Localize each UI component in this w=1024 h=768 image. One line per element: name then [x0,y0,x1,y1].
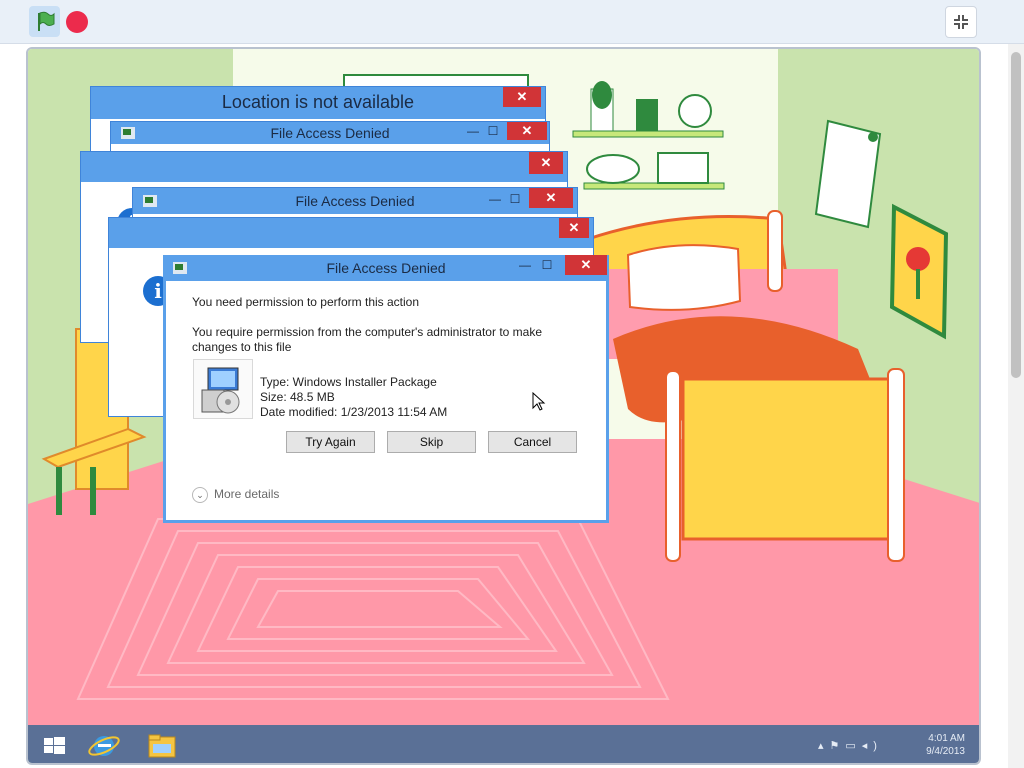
skip-button[interactable]: Skip [387,431,476,453]
dialog-1-close-button[interactable]: ✕ [507,122,547,140]
main-dialog-maximize-button[interactable]: ☐ [539,258,555,272]
toolbar [0,0,1024,44]
stop-icon [66,11,88,33]
dialog-1-minimize-button[interactable]: — [465,124,481,138]
blank-dialog-4-titlebar: ✕ [109,218,593,248]
windows-installer-icon [193,359,253,419]
dialog-1-maximize-button[interactable]: ☐ [485,124,501,138]
dialog-1-titlebar: File Access Denied — ☐ ✕ [111,122,549,144]
main-dialog-close-button[interactable]: ✕ [565,255,607,275]
fullscreen-exit-icon [954,15,968,29]
mouse-cursor-icon [532,392,546,411]
more-details-toggle[interactable]: ⌄ More details [192,487,279,503]
dialog-3-close-button[interactable]: ✕ [529,188,573,208]
taskbar: ▴⚑▭◂) 4:01 AM 9/4/2013 [28,725,979,763]
file-explorer-icon [148,734,176,758]
windows-start-icon [44,737,65,754]
green-flag-button[interactable] [29,6,60,37]
permission-heading: You need permission to perform this acti… [192,295,420,309]
wall-calendar [814,119,882,229]
chevron-down-icon: ⌄ [192,487,208,503]
clock-date: 9/4/2013 [926,746,965,757]
file-size: Size: 48.5 MB [260,390,335,404]
blank-dialog-2-close-button[interactable]: ✕ [529,152,563,174]
more-details-label: More details [214,487,280,502]
main-dialog-minimize-button[interactable]: — [517,258,533,272]
file-explorer-button[interactable] [144,729,180,763]
clock-time: 4:01 AM [928,733,965,744]
try-again-button[interactable]: Try Again [286,431,375,453]
cancel-button[interactable]: Cancel [488,431,577,453]
start-button[interactable] [36,729,72,763]
file-access-denied-dialog: File Access Denied — ☐ ✕ You need permis… [163,255,609,523]
file-type: Type: Windows Installer Package [260,375,437,389]
permission-message-line-1: You require permission from the computer… [192,325,542,339]
dialog-1-title: File Access Denied [270,125,390,141]
internet-explorer-button[interactable] [86,729,122,763]
dialog-3-maximize-button[interactable]: ☐ [507,192,523,206]
stage: Location is not available ✕ File Access … [26,47,981,765]
fullscreen-exit-button[interactable] [945,6,977,38]
main-dialog-titlebar: File Access Denied — ☐ ✕ [163,255,609,281]
dialog-3-titlebar: File Access Denied — ☐ ✕ [133,188,577,214]
location-dialog-title: Location is not available [221,92,415,112]
system-tray-icons[interactable]: ▴⚑▭◂) [818,739,883,752]
location-dialog-titlebar: Location is not available ✕ [91,87,545,119]
clock[interactable]: 4:01 AM 9/4/2013 [926,732,965,758]
green-flag-icon [38,11,55,31]
internet-explorer-icon [88,736,120,756]
file-date-modified: Date modified: 1/23/2013 11:54 AM [260,405,448,419]
stop-button[interactable] [66,11,88,33]
permission-message-line-2: changes to this file [192,340,292,354]
scrollbar-thumb[interactable] [1011,52,1021,378]
dialog-3-minimize-button[interactable]: — [487,192,503,206]
blank-dialog-4-close-button[interactable]: ✕ [559,218,589,238]
location-dialog-close-button[interactable]: ✕ [503,87,541,107]
blank-dialog-2-titlebar: ✕ [81,152,567,182]
